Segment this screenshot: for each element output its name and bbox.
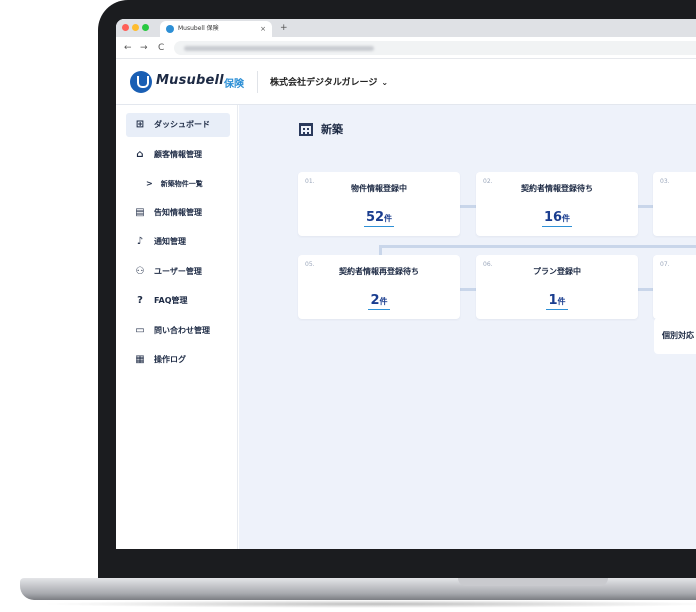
tab-title: Musubell 保険 — [178, 25, 219, 32]
maximize-window-button[interactable] — [142, 24, 149, 31]
forward-arrow-icon[interactable]: → — [140, 41, 148, 55]
sidebar-item-label: 通知管理 — [154, 237, 186, 246]
card-count-unit: 件 — [379, 297, 388, 306]
card-count-unit: 件 — [384, 214, 393, 223]
bell-icon: ♪ — [136, 236, 144, 247]
sidebar-item-label: ユーザー管理 — [154, 267, 202, 276]
sidebar-item-label: FAQ管理 — [154, 296, 188, 305]
card-count-unit: 件 — [562, 214, 571, 223]
status-card[interactable]: 05. 契約者情報再登録待ち 2件 — [298, 255, 460, 319]
card-label: 契約者情報登録待ち — [521, 184, 593, 193]
sidebar-item-dashboard[interactable]: ⊞ ダッシュボード — [126, 113, 230, 137]
building-icon — [299, 123, 313, 136]
card-count[interactable]: 52件 — [298, 206, 460, 227]
card-count-unit: 件 — [557, 297, 566, 306]
flow-connector — [379, 245, 696, 248]
sidebar-item-users[interactable]: ⚇ ユーザー管理 — [126, 260, 230, 284]
card-number: 07. — [660, 261, 670, 268]
sidebar-item-notice-info[interactable]: ▤ 告知情報管理 — [126, 201, 230, 225]
log-icon: ▦ — [135, 354, 145, 365]
address-bar[interactable] — [174, 41, 696, 55]
sidebar-item-operation-log[interactable]: ▦ 操作ログ — [126, 348, 230, 372]
sidebar-item-label: 操作ログ — [154, 355, 186, 364]
main-content: 新築 01. 物件情報登録中 52件 02. 契約者情報登録待ち 16件 03. — [239, 105, 696, 549]
minimize-window-button[interactable] — [132, 24, 139, 31]
card-count[interactable]: 2件 — [298, 289, 460, 310]
status-card[interactable]: 03. — [653, 172, 696, 236]
individual-handling-card[interactable]: 個別対応 — [654, 318, 696, 354]
card-count[interactable]: 16件 — [476, 206, 638, 227]
browser-tab[interactable]: Musubell 保険 × — [160, 21, 272, 37]
sidebar-item-faq[interactable]: ? FAQ管理 — [126, 289, 230, 313]
flow-connector — [637, 288, 653, 291]
browser-toolbar: ← → C — [116, 37, 696, 59]
url-text-blurred — [184, 46, 374, 51]
company-selector[interactable]: 株式会社デジタルガレージ ⌄ — [270, 75, 388, 88]
sidebar-item-label: 問い合わせ管理 — [154, 326, 210, 335]
card-label: 物件情報登録中 — [351, 184, 407, 193]
status-card[interactable]: 07. — [653, 255, 696, 319]
card-count-value: 1 — [548, 293, 558, 308]
sidebar-item-notifications[interactable]: ♪ 通知管理 — [126, 230, 230, 254]
sidebar-item-label: 告知情報管理 — [154, 208, 202, 217]
document-icon: ▤ — [135, 207, 145, 218]
flow-connector — [460, 288, 476, 291]
flow-connector — [637, 205, 653, 208]
users-icon: ⚇ — [135, 266, 145, 277]
card-count[interactable]: 1件 — [476, 289, 638, 310]
card-label: 個別対応 — [662, 331, 694, 340]
reload-icon[interactable]: C — [158, 41, 164, 55]
sidebar-item-inquiries[interactable]: ▭ 問い合わせ管理 — [126, 319, 230, 343]
sidebar-subitem-label: 新築物件一覧 — [160, 180, 203, 188]
page-title: 新築 — [321, 123, 343, 136]
sidebar: ⊞ ダッシュボード ⌂ 顧客情報管理 > 新築物件一覧 ▤ 告知情報管理 ♪ 通知… — [116, 105, 238, 549]
card-count-value: 52 — [365, 210, 385, 225]
app-header: Musubell 保険 株式会社デジタルガレージ ⌄ — [116, 59, 696, 105]
laptop-shadow — [40, 600, 696, 608]
logo-subtitle: 保険 — [224, 79, 244, 90]
sidebar-item-label: ダッシュボード — [154, 120, 210, 129]
company-name: 株式会社デジタルガレージ — [270, 78, 378, 88]
logo-text: Musubell — [156, 73, 224, 88]
laptop-screen: Musubell 保険 × + ← → C Musubell 保険 株式会社デジ… — [116, 19, 696, 549]
status-card[interactable]: 01. 物件情報登録中 52件 — [298, 172, 460, 236]
laptop-notch — [458, 578, 608, 586]
sidebar-subitem-new-properties[interactable]: > 新築物件一覧 — [146, 175, 203, 193]
card-label: プラン登録中 — [533, 267, 581, 276]
dashboard-icon: ⊞ — [135, 119, 145, 130]
card-label: 契約者情報再登録待ち — [339, 267, 419, 276]
question-icon: ? — [137, 295, 143, 306]
header-divider — [257, 71, 258, 93]
flow-connector — [460, 205, 476, 208]
new-tab-button[interactable]: + — [280, 21, 288, 35]
card-count-value: 2 — [370, 293, 380, 308]
logo-icon — [130, 71, 152, 93]
status-card[interactable]: 02. 契約者情報登録待ち 16件 — [476, 172, 638, 236]
back-arrow-icon[interactable]: ← — [124, 41, 132, 55]
card-number: 03. — [660, 178, 670, 185]
sidebar-item-customers[interactable]: ⌂ 顧客情報管理 — [126, 143, 230, 167]
card-count-value: 16 — [543, 210, 563, 225]
chevron-down-icon: ⌄ — [381, 78, 389, 87]
chat-icon: ▭ — [135, 325, 145, 336]
close-window-button[interactable] — [122, 24, 129, 31]
sidebar-item-label: 顧客情報管理 — [154, 150, 202, 159]
tab-close-icon[interactable]: × — [260, 21, 266, 37]
chevron-right-icon: > — [146, 179, 153, 188]
status-card[interactable]: 06. プラン登録中 1件 — [476, 255, 638, 319]
favicon-icon — [166, 25, 174, 33]
browser-tab-bar: Musubell 保険 × + — [116, 19, 696, 37]
home-icon: ⌂ — [136, 149, 144, 160]
